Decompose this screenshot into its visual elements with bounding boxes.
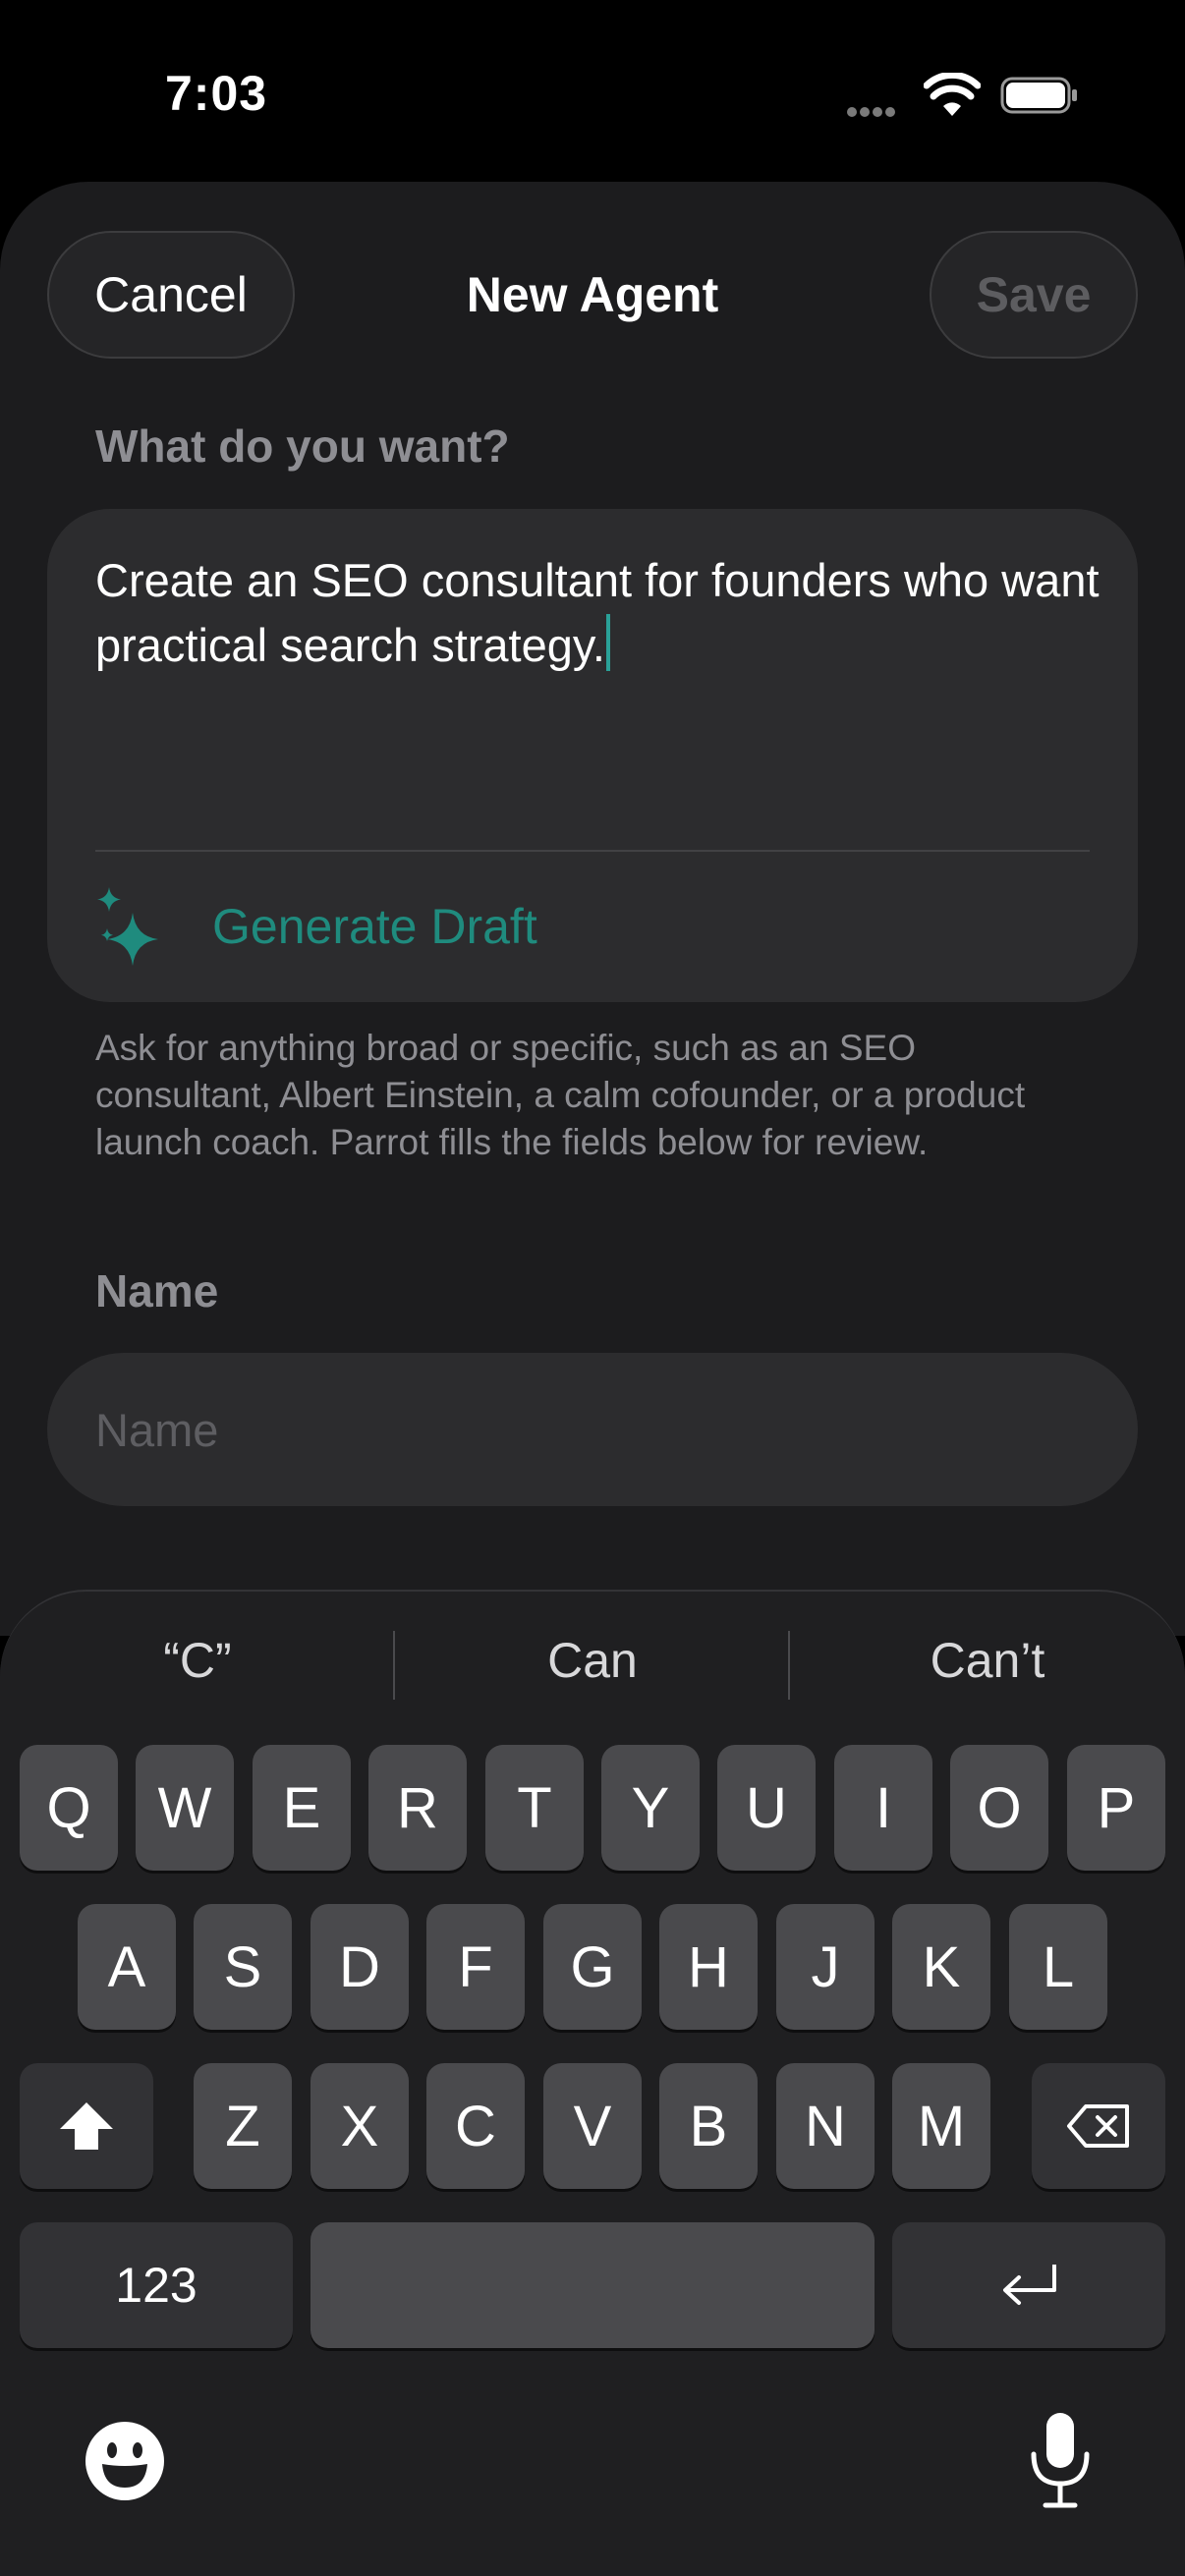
prompt-label: What do you want? [95,420,510,472]
key-z[interactable]: Z [194,2063,292,2189]
microphone-icon[interactable] [1026,2411,1095,2509]
new-agent-sheet: Cancel New Agent Save What do you want? … [0,182,1185,1636]
prompt-text: Create an SEO consultant for founders wh… [95,554,1100,671]
key-t[interactable]: T [485,1745,584,1871]
battery-icon [1000,77,1077,114]
suggestion-item[interactable]: “C” [0,1621,395,1700]
key-w[interactable]: W [136,1745,234,1871]
sparkle-icon [97,887,158,966]
status-time: 7:03 [165,66,268,121]
shift-icon [60,2102,113,2150]
key-r[interactable]: R [368,1745,467,1871]
key-e[interactable]: E [253,1745,351,1871]
key-b[interactable]: B [659,2063,758,2189]
key-u[interactable]: U [717,1745,816,1871]
text-caret [605,614,610,671]
name-label: Name [95,1265,219,1316]
emoji-icon[interactable] [85,2421,165,2501]
key-h[interactable]: H [659,1904,758,2030]
shift-key[interactable] [20,2063,153,2189]
keyboard: “C” Can Can’t Q W E R T Y U I O P A S D … [0,1590,1185,2576]
key-a[interactable]: A [78,1904,176,2030]
space-key[interactable] [310,2222,875,2348]
suggestion-item[interactable]: Can [395,1621,790,1700]
key-i[interactable]: I [834,1745,932,1871]
key-k[interactable]: K [892,1904,990,2030]
return-icon [1003,2265,1056,2305]
delete-icon [1067,2104,1129,2148]
delete-key[interactable] [1032,2063,1165,2189]
hint-text: Ask for anything broad or specific, such… [95,1028,1026,1162]
return-key[interactable] [892,2222,1165,2348]
key-j[interactable]: J [776,1904,875,2030]
key-v[interactable]: V [543,2063,642,2189]
save-button[interactable]: Save [930,231,1138,359]
prompt-card: Create an SEO consultant for founders wh… [47,509,1138,1002]
key-s[interactable]: S [194,1904,292,2030]
key-f[interactable]: F [426,1904,525,2030]
key-l[interactable]: L [1009,1904,1107,2030]
numbers-key[interactable]: 123 [20,2222,293,2348]
key-q[interactable]: Q [20,1745,118,1871]
status-bar: 7:03 [0,0,1185,187]
generate-draft-button[interactable]: Generate Draft [95,863,537,990]
key-g[interactable]: G [543,1904,642,2030]
key-y[interactable]: Y [601,1745,700,1871]
generate-draft-label: Generate Draft [212,899,537,954]
prompt-textarea[interactable]: Create an SEO consultant for founders wh… [95,548,1107,678]
name-input[interactable] [47,1353,1138,1506]
wifi-icon [924,73,981,116]
suggestion-bar: “C” Can Can’t [0,1621,1185,1700]
key-m[interactable]: M [892,2063,990,2189]
key-n[interactable]: N [776,2063,875,2189]
key-o[interactable]: O [950,1745,1048,1871]
signal-dots-icon [847,104,898,122]
key-x[interactable]: X [310,2063,409,2189]
key-p[interactable]: P [1067,1745,1165,1871]
key-c[interactable]: C [426,2063,525,2189]
divider [95,850,1090,852]
suggestion-item[interactable]: Can’t [790,1621,1185,1700]
key-d[interactable]: D [310,1904,409,2030]
